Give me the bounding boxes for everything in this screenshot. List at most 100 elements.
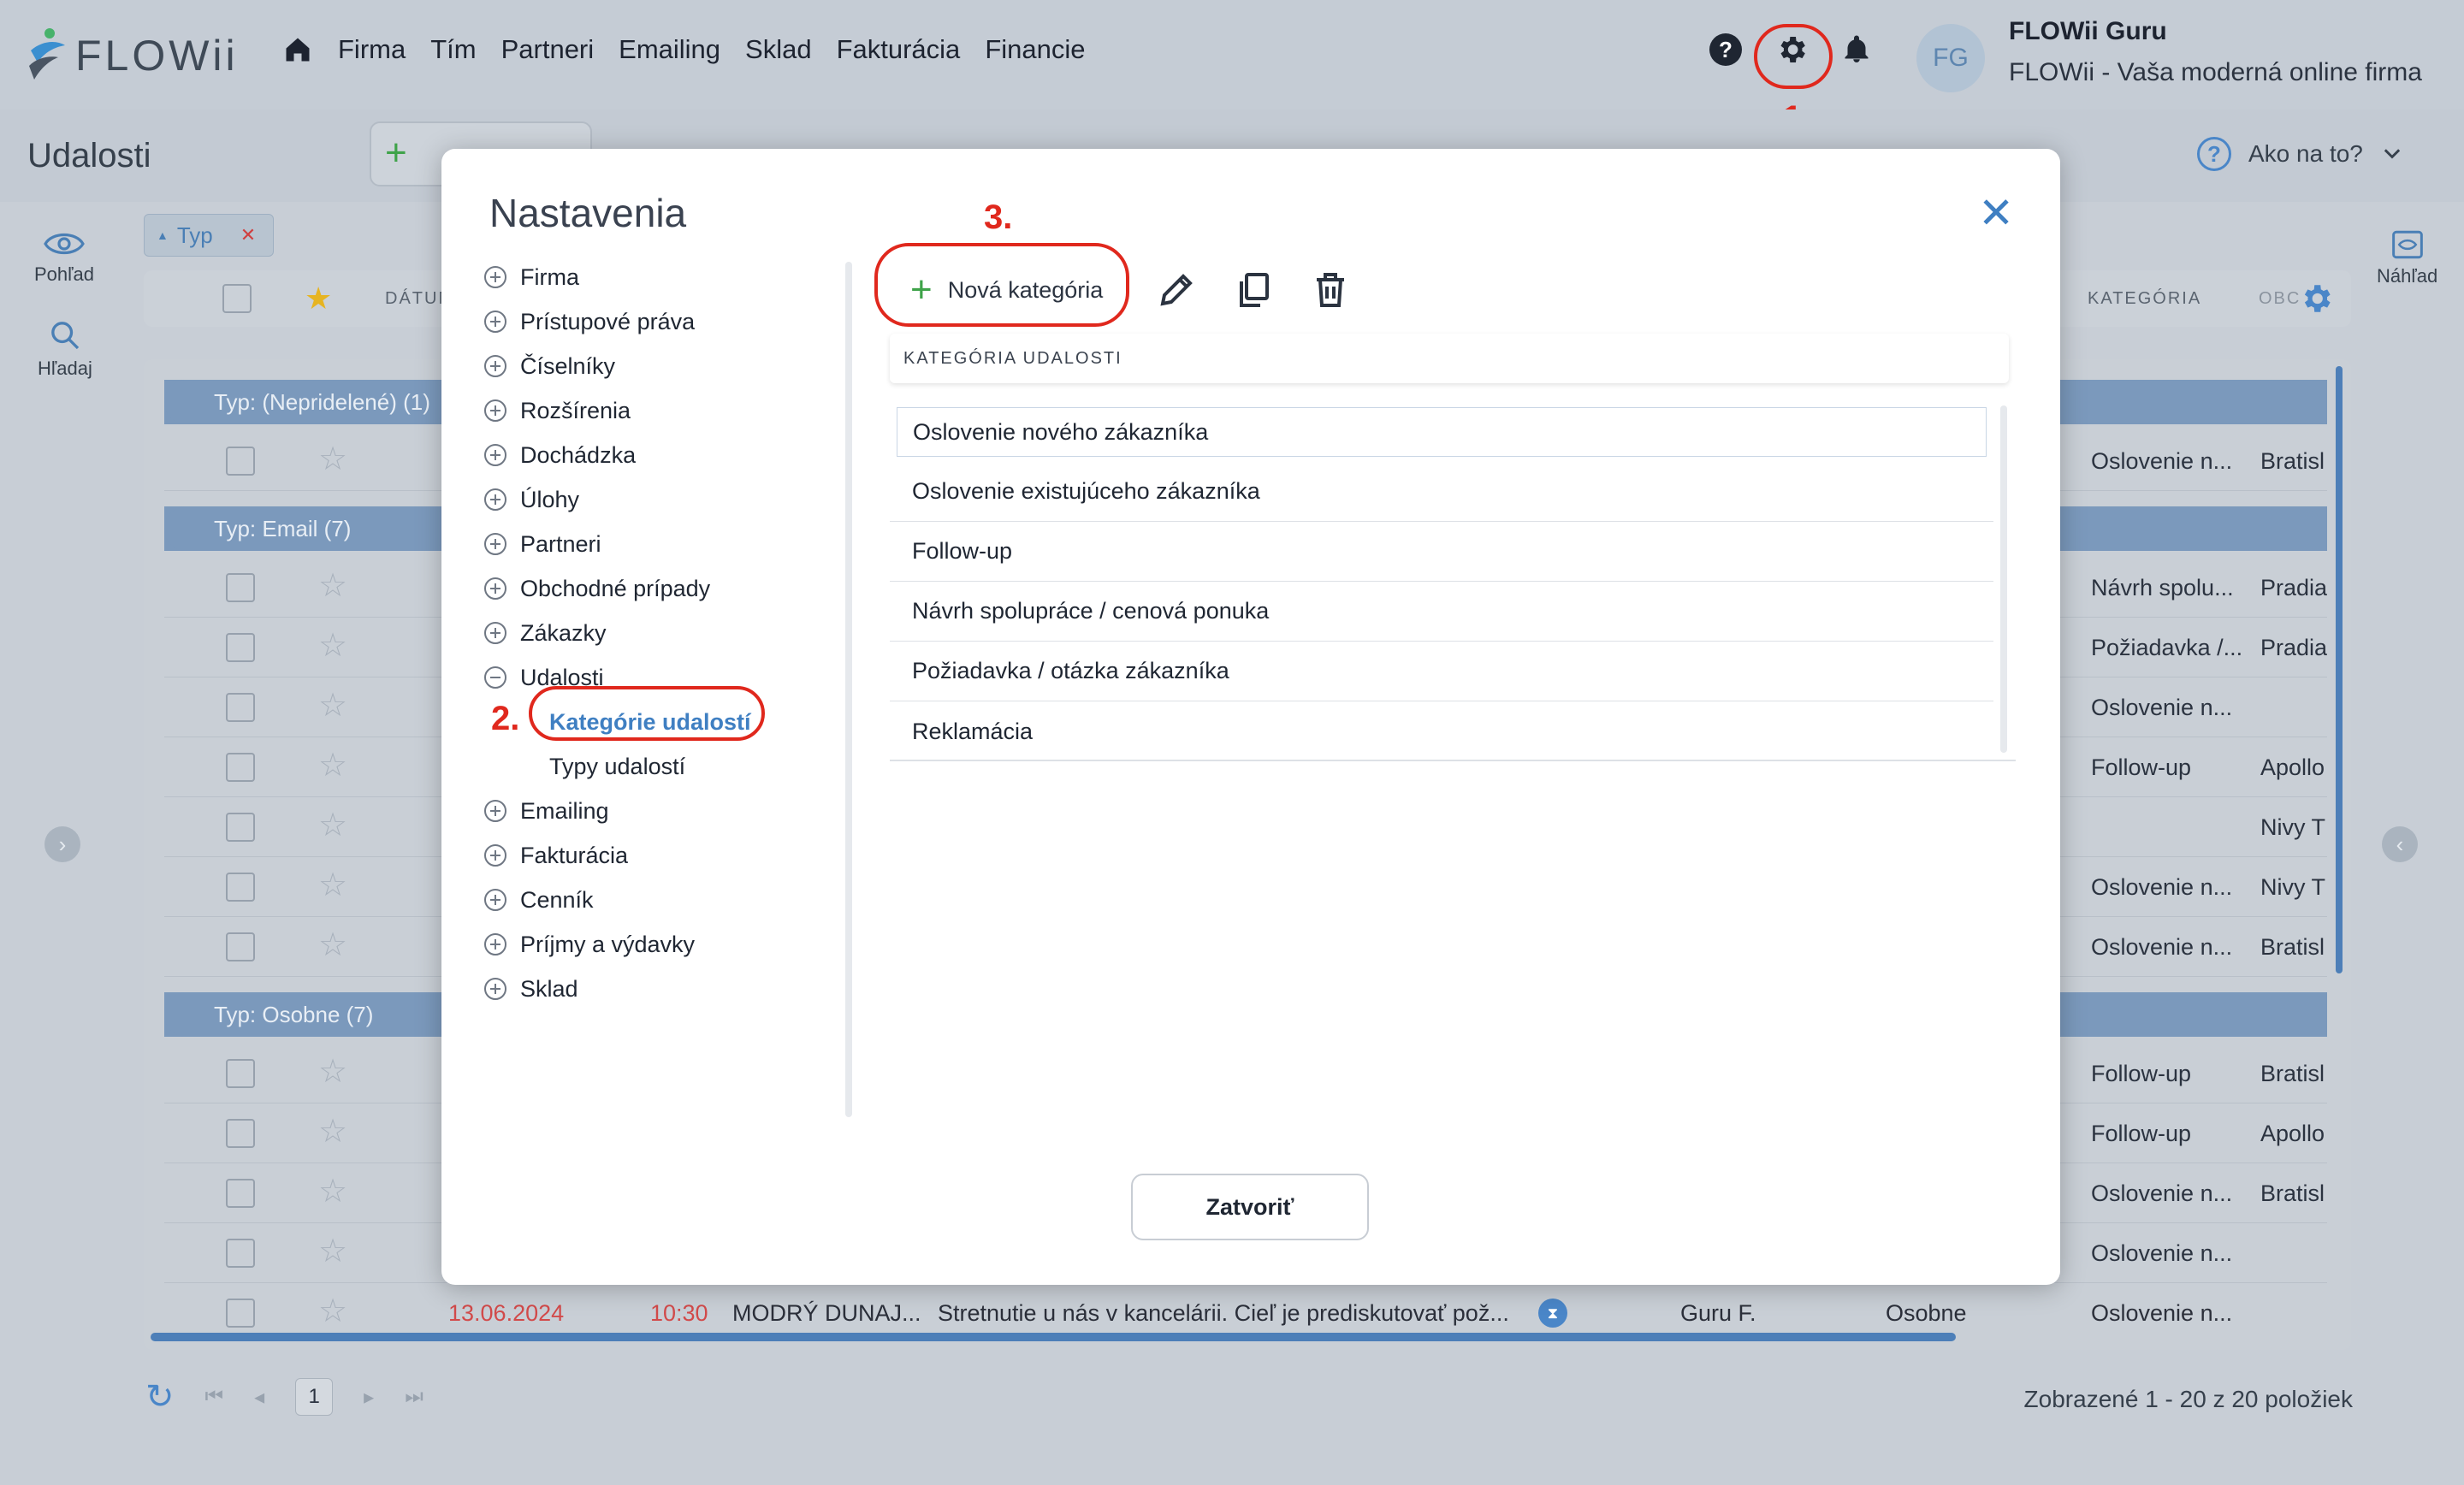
refresh-icon[interactable]: ↻ [145, 1377, 175, 1417]
prev-record-icon[interactable]: › [44, 826, 80, 862]
tree-subitem-typy-udalosti[interactable]: Typy udalostí [484, 744, 844, 789]
next-page-icon[interactable]: ▸ [364, 1385, 374, 1410]
help-link[interactable]: ? Ako na to? [2197, 137, 2404, 171]
tree-item-ulohy[interactable]: Úlohy [484, 477, 844, 522]
tree-item-rozsirenia[interactable]: Rozšírenia [484, 388, 844, 433]
first-page-icon[interactable]: ⏮ [205, 1385, 224, 1409]
select-all-checkbox[interactable] [222, 284, 252, 313]
tree-item-firma[interactable]: Firma [484, 255, 844, 299]
page-number[interactable]: 1 [295, 1378, 334, 1416]
star-icon[interactable]: ☆ [318, 749, 347, 782]
star-icon[interactable]: ☆ [318, 1056, 347, 1088]
tree-item-sklad[interactable]: Sklad [484, 967, 844, 1011]
remove-filter-icon[interactable]: ✕ [240, 224, 256, 246]
list-item[interactable]: Oslovenie nového zákazníka [897, 407, 1987, 457]
tree-scrollbar[interactable] [845, 262, 852, 1117]
row-checkbox[interactable] [226, 753, 255, 782]
row-checkbox[interactable] [226, 1299, 255, 1328]
row-checkbox[interactable] [226, 693, 255, 722]
nav-item-sklad[interactable]: Sklad [745, 34, 812, 65]
category-list-header[interactable]: KATEGÓRIA UDALOSTI [890, 334, 2009, 383]
star-icon[interactable]: ☆ [318, 869, 347, 902]
row-checkbox[interactable] [226, 873, 255, 902]
prev-page-icon[interactable]: ◂ [254, 1385, 264, 1410]
star-icon[interactable]: ☆ [318, 689, 347, 722]
list-item[interactable]: Návrh spolupráce / cenová ponuka [890, 582, 1993, 642]
avatar[interactable]: FG [1916, 24, 1985, 92]
star-filter-icon[interactable]: ★ [305, 281, 332, 317]
row-checkbox[interactable] [226, 813, 255, 842]
tree-item-prijmy-a-vydavky[interactable]: Príjmy a výdavky [484, 922, 844, 967]
row-checkbox[interactable] [226, 1179, 255, 1208]
expand-icon[interactable] [484, 622, 506, 644]
user-info[interactable]: FLOWii Guru FLOWii - Vaša moderná online… [2009, 17, 2422, 87]
preview-button[interactable]: Náhľad [2377, 229, 2437, 287]
view-button[interactable]: Pohľad [34, 229, 94, 286]
nav-item-partneri[interactable]: Partneri [501, 34, 595, 65]
next-record-icon[interactable]: ‹ [2382, 826, 2418, 862]
filter-chip-type[interactable]: ▲ Typ ✕ [144, 214, 274, 257]
row-checkbox[interactable] [226, 447, 255, 476]
tree-item-emailing[interactable]: Emailing [484, 789, 844, 833]
tree-item-cennik[interactable]: Cenník [484, 878, 844, 922]
star-icon[interactable]: ☆ [318, 1295, 347, 1328]
expand-icon[interactable] [484, 488, 506, 511]
collapse-icon[interactable] [484, 666, 506, 689]
expand-icon[interactable] [484, 933, 506, 955]
tree-item-dochadzka[interactable]: Dochádzka [484, 433, 844, 477]
row-checkbox[interactable] [226, 633, 255, 662]
star-icon[interactable]: ☆ [318, 809, 347, 842]
star-icon[interactable]: ☆ [318, 1175, 347, 1208]
help-icon[interactable]: ? [1709, 33, 1742, 66]
expand-icon[interactable] [484, 444, 506, 466]
list-item[interactable]: Reklamácia [890, 701, 1993, 761]
expand-icon[interactable] [484, 577, 506, 600]
expand-icon[interactable] [484, 399, 506, 422]
expand-icon[interactable] [484, 800, 506, 822]
column-obc[interactable]: OBC [2259, 289, 2301, 309]
expand-icon[interactable] [484, 978, 506, 1000]
search-button[interactable]: Hľadaj [38, 318, 92, 380]
expand-icon[interactable] [484, 533, 506, 555]
expand-icon[interactable] [484, 266, 506, 288]
close-icon[interactable]: ✕ [1978, 192, 2014, 234]
expand-icon[interactable] [484, 311, 506, 333]
row-checkbox[interactable] [226, 1239, 255, 1268]
expand-icon[interactable] [484, 844, 506, 867]
expand-icon[interactable] [484, 355, 506, 377]
trash-icon[interactable] [1310, 269, 1351, 311]
bell-icon[interactable] [1841, 33, 1872, 67]
list-item[interactable]: Follow-up [890, 522, 1993, 582]
expand-icon[interactable] [484, 889, 506, 911]
list-item[interactable]: Oslovenie existujúceho zákazníka [890, 462, 1993, 522]
column-settings-gear-icon[interactable] [2298, 281, 2334, 317]
star-icon[interactable]: ☆ [318, 570, 347, 602]
tree-item-ciselniky[interactable]: Číselníky [484, 344, 844, 388]
nav-item-firma[interactable]: Firma [338, 34, 406, 65]
nav-item-financie[interactable]: Financie [985, 34, 1085, 65]
nav-item-emailing[interactable]: Emailing [619, 34, 720, 65]
row-checkbox[interactable] [226, 1119, 255, 1148]
star-icon[interactable]: ☆ [318, 1235, 347, 1268]
star-icon[interactable]: ☆ [318, 929, 347, 961]
horizontal-scrollbar[interactable] [151, 1333, 1956, 1341]
list-scrollbar[interactable] [2000, 405, 2007, 753]
column-category[interactable]: KATEGÓRIA [2088, 289, 2201, 309]
row-checkbox[interactable] [226, 573, 255, 602]
last-page-icon[interactable]: ⏭ [405, 1385, 424, 1409]
edit-pencil-icon[interactable] [1156, 269, 1197, 311]
list-item[interactable]: Požiadavka / otázka zákazníka [890, 642, 1993, 701]
row-checkbox[interactable] [226, 1059, 255, 1088]
vertical-scrollbar[interactable] [2336, 366, 2343, 973]
tree-item-partneri[interactable]: Partneri [484, 522, 844, 566]
home-icon[interactable] [282, 34, 313, 65]
tree-item-fakturacia[interactable]: Fakturácia [484, 833, 844, 878]
nav-item-tim[interactable]: Tím [430, 34, 476, 65]
star-icon[interactable]: ☆ [318, 1115, 347, 1148]
star-icon[interactable]: ☆ [318, 443, 347, 476]
tree-item-zakazky[interactable]: Zákazky [484, 611, 844, 655]
star-icon[interactable]: ☆ [318, 630, 347, 662]
copy-icon[interactable] [1233, 269, 1274, 311]
flowii-logo[interactable]: FLOWii [26, 26, 239, 86]
tree-item-pristupove-prava[interactable]: Prístupové práva [484, 299, 844, 344]
